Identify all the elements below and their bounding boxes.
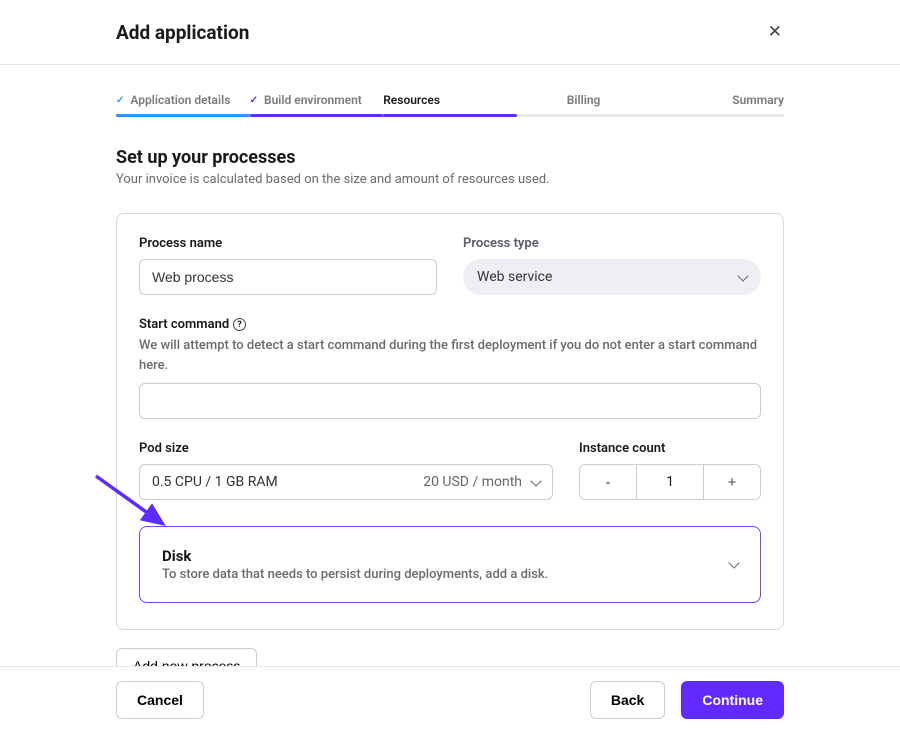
step-build-environment[interactable]: ✓ Build environment — [250, 93, 384, 117]
pod-size-select[interactable]: 0.5 CPU / 1 GB RAM 20 USD / month — [139, 464, 553, 500]
step-indicator: ✓ Application details ✓ Build environmen… — [116, 93, 784, 117]
step-summary[interactable]: Summary — [650, 93, 784, 117]
process-name-input[interactable] — [139, 259, 437, 295]
process-type-value: Web service — [477, 269, 552, 285]
pod-size-value: 0.5 CPU / 1 GB RAM — [152, 474, 278, 490]
chevron-down-icon — [737, 270, 748, 281]
disk-title: Disk — [162, 547, 548, 565]
step-label: Build environment — [264, 93, 362, 107]
check-icon: ✓ — [116, 95, 124, 106]
step-label: Summary — [732, 93, 784, 107]
help-icon[interactable]: ? — [233, 318, 246, 331]
process-name-label: Process name — [139, 236, 437, 251]
pod-size-price: 20 USD / month — [423, 474, 522, 490]
start-command-label: Start command ? — [139, 317, 761, 332]
dialog-header: Add application ✕ — [0, 0, 900, 65]
pod-size-label: Pod size — [139, 441, 553, 456]
back-button[interactable]: Back — [590, 681, 665, 719]
dialog-title: Add application — [116, 21, 249, 44]
section-subtitle: Your invoice is calculated based on the … — [116, 172, 784, 187]
instance-count-value: 1 — [636, 465, 704, 499]
check-icon: ✓ — [250, 95, 258, 106]
step-billing[interactable]: Billing — [517, 93, 651, 117]
dialog-footer: Cancel Back Continue — [0, 666, 900, 733]
step-label: Application details — [130, 93, 230, 107]
step-label: Billing — [567, 93, 601, 107]
continue-button[interactable]: Continue — [681, 681, 784, 719]
close-button[interactable]: ✕ — [760, 18, 790, 46]
step-application-details[interactable]: ✓ Application details — [116, 93, 250, 117]
instance-decrement-button[interactable]: - — [580, 465, 636, 499]
chevron-down-icon — [530, 475, 541, 486]
process-card: Process name Process type Web service St… — [116, 213, 784, 630]
start-command-help: We will attempt to detect a start comman… — [139, 336, 761, 375]
step-label: Resources — [383, 93, 440, 107]
start-command-input[interactable] — [139, 383, 761, 419]
step-resources[interactable]: Resources — [383, 93, 517, 117]
cancel-button[interactable]: Cancel — [116, 681, 204, 719]
instance-increment-button[interactable]: + — [704, 465, 760, 499]
section-title: Set up your processes — [116, 147, 784, 168]
disk-panel[interactable]: Disk To store data that needs to persist… — [139, 526, 761, 603]
instance-count-label: Instance count — [579, 441, 761, 456]
chevron-down-icon — [728, 557, 739, 568]
process-type-label: Process type — [463, 236, 761, 251]
close-icon: ✕ — [768, 22, 782, 41]
instance-count-stepper: - 1 + — [579, 464, 761, 500]
disk-subtitle: To store data that needs to persist duri… — [162, 567, 548, 582]
process-type-select[interactable]: Web service — [463, 259, 761, 295]
